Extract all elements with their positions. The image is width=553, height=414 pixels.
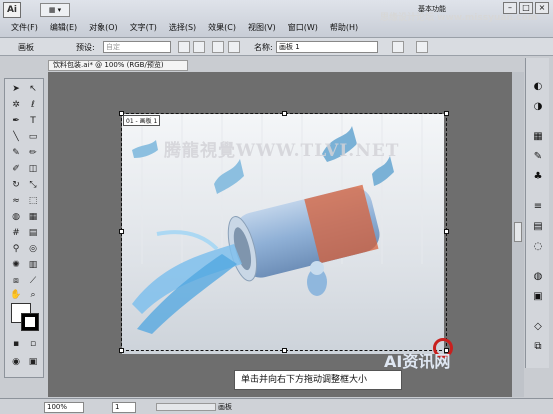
screen-mode-icon[interactable]: ▣ — [25, 355, 41, 369]
direct-selection-tool-icon[interactable]: ↖ — [25, 82, 41, 96]
pen-tool-icon[interactable]: ✒ — [8, 114, 24, 128]
warp-tool-icon[interactable]: ≈ — [8, 194, 24, 208]
blend-tool-icon[interactable]: ◎ — [25, 242, 41, 256]
blob-brush-icon[interactable]: ✐ — [8, 162, 24, 176]
menu-select[interactable]: 选择(S) — [163, 21, 202, 35]
close-icon[interactable]: × — [535, 2, 549, 14]
selection-tool-icon[interactable]: ➤ — [8, 82, 24, 96]
symbol-sprayer-icon[interactable]: ✺ — [8, 258, 24, 272]
resize-handle-tr[interactable] — [444, 111, 449, 116]
maximize-icon[interactable]: □ — [519, 2, 533, 14]
perspective-grid-icon[interactable]: ▦ — [25, 210, 41, 224]
menu-view[interactable]: 视图(V) — [242, 21, 282, 35]
bridge-button[interactable]: ▦ ▾ — [40, 3, 70, 17]
brand-watermark: AI资讯网 — [384, 352, 451, 371]
zoom-tool-icon[interactable]: ⌕ — [25, 288, 41, 302]
vertical-scroll-thumb[interactable] — [514, 222, 522, 242]
paintbrush-icon[interactable]: ✎ — [8, 146, 24, 160]
resize-handle-r[interactable] — [444, 229, 449, 234]
stroke-panel-icon[interactable]: ≡ — [530, 200, 546, 214]
magic-wand-icon[interactable]: ✲ — [8, 98, 24, 112]
menu-file[interactable]: 文件(F) — [5, 21, 44, 35]
app-logo: Ai — [3, 2, 21, 18]
column-graph-icon[interactable]: ▥ — [25, 258, 41, 272]
resize-handle-l[interactable] — [119, 229, 124, 234]
brushes-icon[interactable]: ✎ — [530, 150, 546, 164]
instruction-callout: 单击并向右下方拖动调整框大小 — [234, 370, 402, 390]
artboard-navigator[interactable]: 1 — [112, 402, 136, 413]
minimize-icon[interactable]: – — [503, 2, 517, 14]
artboard-name-input[interactable]: 画板 1 — [276, 41, 378, 53]
slice-tool-icon[interactable]: ⟋ — [25, 274, 41, 288]
delete-artboard-icon[interactable] — [228, 41, 240, 53]
landscape-icon[interactable] — [193, 41, 205, 53]
preset-select[interactable]: 自定 — [103, 41, 171, 53]
resize-handle-t[interactable] — [282, 111, 287, 116]
shape-builder-icon[interactable]: ◍ — [8, 210, 24, 224]
move-copy-icon[interactable] — [392, 41, 404, 53]
workspace-switcher[interactable]: 基本功能 — [418, 4, 446, 14]
eraser-icon[interactable]: ◫ — [25, 162, 41, 176]
new-artboard-icon[interactable] — [212, 41, 224, 53]
stroke-swatch[interactable] — [21, 313, 39, 331]
gradient-panel-icon[interactable]: ▤ — [530, 220, 546, 234]
draw-mode-icon[interactable]: ◉ — [8, 355, 24, 369]
menu-bar: Ai ▦ ▾ 思缘设计论坛 www.missyuan.com 基本功能 – □ … — [0, 0, 553, 38]
window-controls: – □ × — [503, 2, 549, 14]
right-panel-dock: ◐ ◑ ▦ ✎ ♣ ≡ ▤ ◌ ◍ ▣ ◇ ⧉ — [525, 58, 549, 368]
control-bar: 画板 预设: 自定 名称: 画板 1 — [0, 38, 553, 56]
document-tab[interactable]: 饮料包装.ai* @ 100% (RGB/预览) — [48, 60, 188, 71]
resize-handle-b[interactable] — [282, 348, 287, 353]
illustrator-window: Ai ▦ ▾ 思缘设计论坛 www.missyuan.com 基本功能 – □ … — [0, 0, 553, 414]
preset-label: 预设: — [76, 43, 95, 52]
portrait-icon[interactable] — [178, 41, 190, 53]
zoom-select[interactable]: 100% — [44, 402, 84, 413]
name-label: 名称: — [254, 43, 273, 52]
menu-row: 文件(F) 编辑(E) 对象(O) 文字(T) 选择(S) 效果(C) 视图(V… — [5, 21, 364, 35]
lasso-icon[interactable]: ℓ — [25, 98, 41, 112]
graphic-styles-icon[interactable]: ▣ — [530, 290, 546, 304]
menu-window[interactable]: 窗口(W) — [282, 21, 324, 35]
gradient-mode-icon[interactable]: ▫ — [25, 337, 41, 351]
pencil-icon[interactable]: ✏ — [25, 146, 41, 160]
menu-help[interactable]: 帮助(H) — [324, 21, 364, 35]
mesh-tool-icon[interactable]: # — [8, 226, 24, 240]
line-tool-icon[interactable]: ╲ — [8, 130, 24, 144]
menu-object[interactable]: 对象(O) — [83, 21, 124, 35]
status-tool-label: 画板 — [218, 403, 232, 411]
layers-icon[interactable]: ◇ — [530, 320, 546, 334]
menu-effect[interactable]: 效果(C) — [202, 21, 242, 35]
symbols-icon[interactable]: ♣ — [530, 170, 546, 184]
scale-tool-icon[interactable]: ⤡ — [25, 178, 41, 192]
color-guide-icon[interactable]: ◑ — [530, 100, 546, 114]
rotate-tool-icon[interactable]: ↻ — [8, 178, 24, 192]
free-transform-icon[interactable]: ⬚ — [25, 194, 41, 208]
resize-handle-bl[interactable] — [119, 348, 124, 353]
color-mode-icon[interactable]: ▪ — [8, 337, 24, 351]
artboards-panel-icon[interactable]: ⧉ — [530, 340, 546, 354]
artboard-tag: 01 - 画板 1 — [123, 115, 161, 126]
color-panel-icon[interactable]: ◐ — [530, 80, 546, 94]
eyedropper-icon[interactable]: ⚲ — [8, 242, 24, 256]
type-tool-icon[interactable]: T — [25, 114, 41, 128]
hand-tool-icon[interactable]: ✋ — [8, 288, 24, 302]
artboard-bounding-box[interactable] — [121, 113, 447, 351]
gradient-tool-icon[interactable]: ▤ — [25, 226, 41, 240]
artboard-label: 画板 — [18, 43, 34, 52]
vertical-scrollbar[interactable] — [512, 72, 524, 397]
swatches-icon[interactable]: ▦ — [530, 130, 546, 144]
menu-edit[interactable]: 编辑(E) — [44, 21, 83, 35]
status-bar: 100% 1 画板 — [0, 398, 553, 414]
tools-panel: ➤ ↖ ✲ ℓ ✒ T ╲ ▭ ✎ ✏ ✐ ◫ ↻ ⤡ ≈ ⬚ ◍ ▦ # ▤ … — [4, 78, 44, 378]
horizontal-scrollbar[interactable] — [156, 403, 216, 411]
transparency-icon[interactable]: ◌ — [530, 240, 546, 254]
artboard-options-icon[interactable] — [416, 41, 428, 53]
rectangle-tool-icon[interactable]: ▭ — [25, 130, 41, 144]
menu-type[interactable]: 文字(T) — [124, 21, 163, 35]
artboard-tool-icon[interactable]: ⧈ — [8, 274, 24, 288]
appearance-icon[interactable]: ◍ — [530, 270, 546, 284]
